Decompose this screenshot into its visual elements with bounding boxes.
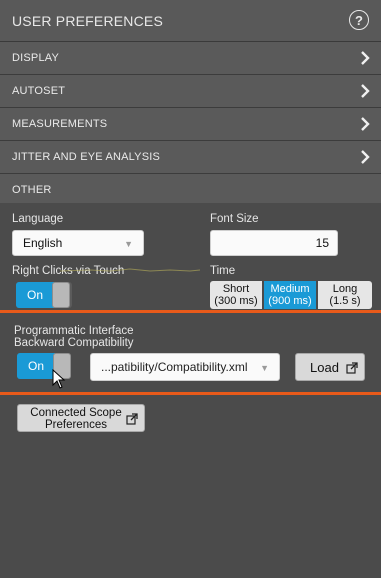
section-label: AUTOSET [12, 85, 66, 97]
time-long-button[interactable]: Long (1.5 s) [318, 281, 372, 309]
user-preferences-panel: USER PREFERENCES ? DISPLAY AUTOSET MEASU… [0, 0, 381, 578]
compatibility-file-dropdown[interactable]: ...patibility/Compatibility.xml ▼ [90, 353, 280, 381]
panel-header: USER PREFERENCES ? [0, 0, 381, 42]
compatibility-file-value: ...patibility/Compatibility.xml [101, 360, 248, 374]
connected-scope-preferences-button[interactable]: Connected Scope Preferences [17, 404, 145, 432]
section-label: OTHER [12, 184, 52, 196]
connected-scope-label: Connected Scope Preferences [28, 407, 124, 431]
section-measurements[interactable]: MEASUREMENTS [0, 108, 381, 141]
other-section-content: Language English ▼ Font Size 15 Right Cl… [0, 203, 381, 578]
section-other[interactable]: OTHER [0, 174, 381, 206]
highlight-line-top [0, 310, 381, 313]
connected-scope-line1: Connected Scope [30, 407, 122, 419]
programmatic-label-line2: Backward Compatibility [14, 337, 134, 349]
mouse-cursor-icon [52, 369, 66, 389]
background-waveform-trace [59, 268, 201, 272]
section-jitter-eye[interactable]: JITTER AND EYE ANALYSIS [0, 141, 381, 174]
section-autoset[interactable]: AUTOSET [0, 75, 381, 108]
language-label: Language [12, 213, 64, 225]
toggle-on-label: On [16, 282, 54, 308]
connected-scope-line2: Preferences [44, 419, 107, 431]
time-option-line2: (300 ms) [214, 295, 258, 307]
external-link-icon [346, 362, 358, 374]
help-icon[interactable]: ? [349, 10, 369, 30]
section-display[interactable]: DISPLAY [0, 42, 381, 75]
chevron-right-icon [361, 150, 370, 164]
section-label: JITTER AND EYE ANALYSIS [12, 151, 161, 163]
chevron-right-icon [361, 84, 370, 98]
time-option-line1: Long [332, 283, 358, 295]
programmatic-label-line1: Programmatic Interface [14, 325, 134, 337]
section-label: DISPLAY [12, 52, 60, 64]
dropdown-arrow-icon: ▼ [124, 239, 133, 249]
time-button-group: Short (300 ms) Medium (900 ms) Long (1.5… [210, 281, 372, 309]
time-short-button[interactable]: Short (300 ms) [210, 281, 262, 309]
external-link-icon [126, 413, 138, 425]
programmatic-label: Programmatic Interface Backward Compatib… [14, 325, 134, 349]
font-size-value: 15 [315, 236, 329, 250]
dropdown-arrow-icon: ▼ [260, 363, 269, 373]
time-option-line1: Short [222, 283, 250, 295]
time-option-line2: (1.5 s) [329, 295, 361, 307]
time-medium-button[interactable]: Medium (900 ms) [264, 281, 316, 309]
time-option-line1: Medium [270, 283, 310, 295]
section-label: MEASUREMENTS [12, 118, 108, 130]
load-button[interactable]: Load [295, 353, 365, 381]
toggle-knob [52, 282, 70, 308]
language-value: English [23, 236, 63, 250]
font-size-label: Font Size [210, 213, 259, 225]
chevron-right-icon [361, 117, 370, 131]
panel-title: USER PREFERENCES [12, 13, 164, 29]
time-option-line2: (900 ms) [268, 295, 312, 307]
language-dropdown[interactable]: English ▼ [12, 230, 144, 256]
highlight-line-bottom [0, 392, 381, 395]
toggle-on-label: On [17, 353, 55, 379]
right-clicks-toggle[interactable]: On [16, 282, 72, 308]
section-list: DISPLAY AUTOSET MEASUREMENTS JITTER AND … [0, 42, 381, 206]
font-size-field[interactable]: 15 [210, 230, 338, 256]
chevron-right-icon [361, 51, 370, 65]
load-button-label: Load [310, 360, 339, 375]
